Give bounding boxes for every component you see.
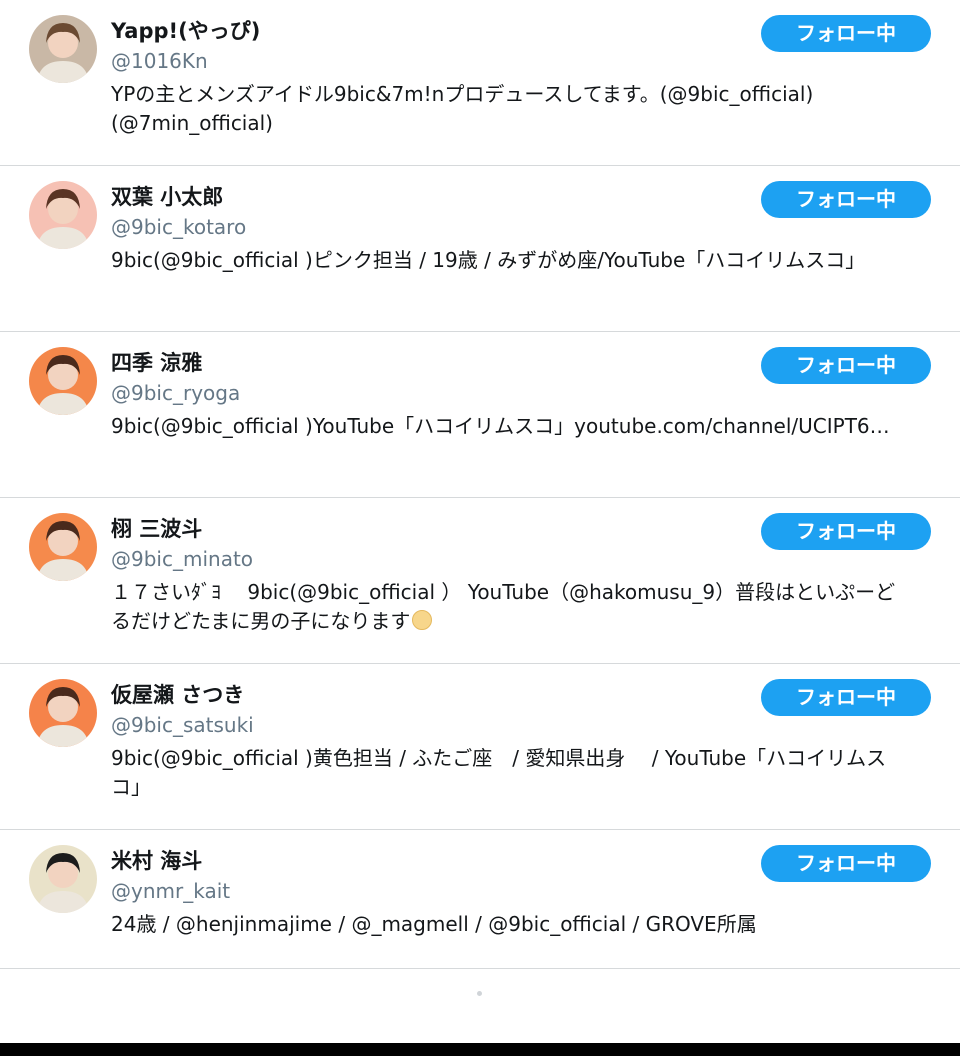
- user-row[interactable]: 双葉 小太郎 @9bic_kotaro 9bic(@9bic_official )ピ…: [0, 166, 960, 332]
- user-display-name[interactable]: 仮屋瀬 さつき: [111, 681, 244, 709]
- user-avatar[interactable]: [29, 347, 97, 415]
- user-avatar[interactable]: [29, 181, 97, 249]
- user-display-name[interactable]: 双葉 小太郎: [111, 183, 223, 211]
- user-row[interactable]: 米村 海斗 @ynmr_kait 24歳 / @henjinmajime / @_m…: [0, 830, 960, 969]
- user-avatar[interactable]: [29, 845, 97, 913]
- user-display-name[interactable]: Yapp!(やっぴ): [111, 17, 260, 45]
- user-bio-text: 24歳 / @henjinmajime / @_magmell / @9bic_…: [111, 912, 757, 936]
- user-handle[interactable]: @9bic_satsuki: [111, 711, 254, 739]
- user-handle[interactable]: @9bic_ryoga: [111, 379, 240, 407]
- user-avatar[interactable]: [29, 513, 97, 581]
- user-bio: 9bic(@9bic_official )YouTube「ハコイリムスコ」you…: [111, 412, 911, 441]
- following-button[interactable]: フォロー中: [761, 513, 931, 550]
- user-bio: 24歳 / @henjinmajime / @_magmell / @9bic_…: [111, 910, 911, 939]
- user-display-name[interactable]: 米村 海斗: [111, 847, 202, 875]
- user-row[interactable]: Yapp!(やっぴ) @1016Kn YPの主とメンズアイドル9bic&7m!nプロ…: [0, 0, 960, 166]
- following-button[interactable]: フォロー中: [761, 347, 931, 384]
- user-avatar[interactable]: [29, 679, 97, 747]
- user-handle[interactable]: @ynmr_kait: [111, 877, 230, 905]
- user-bio-text: １７さいﾀﾞﾖ 9bic(@9bic_official ） YouTube（@h…: [111, 580, 896, 633]
- scroll-indicator: [477, 991, 482, 996]
- user-bio-text: 9bic(@9bic_official )YouTube「ハコイリムスコ」you…: [111, 414, 890, 438]
- following-button[interactable]: フォロー中: [761, 15, 931, 52]
- user-handle[interactable]: @9bic_minato: [111, 545, 253, 573]
- user-display-name[interactable]: 栩 三波斗: [111, 515, 202, 543]
- user-bio-text: 9bic(@9bic_official )黄色担当 / ふたご座 / 愛知県出身…: [111, 746, 887, 799]
- following-button[interactable]: フォロー中: [761, 181, 931, 218]
- user-bio: YPの主とメンズアイドル9bic&7m!nプロデュースしてます。(@9bic_o…: [111, 80, 911, 138]
- user-row[interactable]: 仮屋瀬 さつき @9bic_satsuki 9bic(@9bic_official …: [0, 664, 960, 830]
- user-bio: 9bic(@9bic_official )ピンク担当 / 19歳 / みずがめ座…: [111, 246, 911, 275]
- user-bio-text: YPの主とメンズアイドル9bic&7m!nプロデュースしてます。(@9bic_o…: [111, 82, 814, 135]
- user-row[interactable]: 栩 三波斗 @9bic_minato １７さいﾀﾞﾖ 9bic(@9bic_offi…: [0, 498, 960, 664]
- user-handle[interactable]: @1016Kn: [111, 47, 208, 75]
- following-button[interactable]: フォロー中: [761, 679, 931, 716]
- user-display-name[interactable]: 四季 涼雅: [111, 349, 202, 377]
- user-avatar[interactable]: [29, 15, 97, 83]
- system-bottom-bar: [0, 1043, 960, 1056]
- user-bio: 9bic(@9bic_official )黄色担当 / ふたご座 / 愛知県出身…: [111, 744, 911, 802]
- face-emoji-icon: [412, 610, 433, 630]
- user-handle[interactable]: @9bic_kotaro: [111, 213, 246, 241]
- following-button[interactable]: フォロー中: [761, 845, 931, 882]
- user-bio: １７さいﾀﾞﾖ 9bic(@9bic_official ） YouTube（@h…: [111, 578, 911, 636]
- user-row[interactable]: 四季 涼雅 @9bic_ryoga 9bic(@9bic_official )You…: [0, 332, 960, 498]
- user-bio-text: 9bic(@9bic_official )ピンク担当 / 19歳 / みずがめ座…: [111, 248, 866, 272]
- following-list: Yapp!(やっぴ) @1016Kn YPの主とメンズアイドル9bic&7m!nプロ…: [0, 0, 960, 969]
